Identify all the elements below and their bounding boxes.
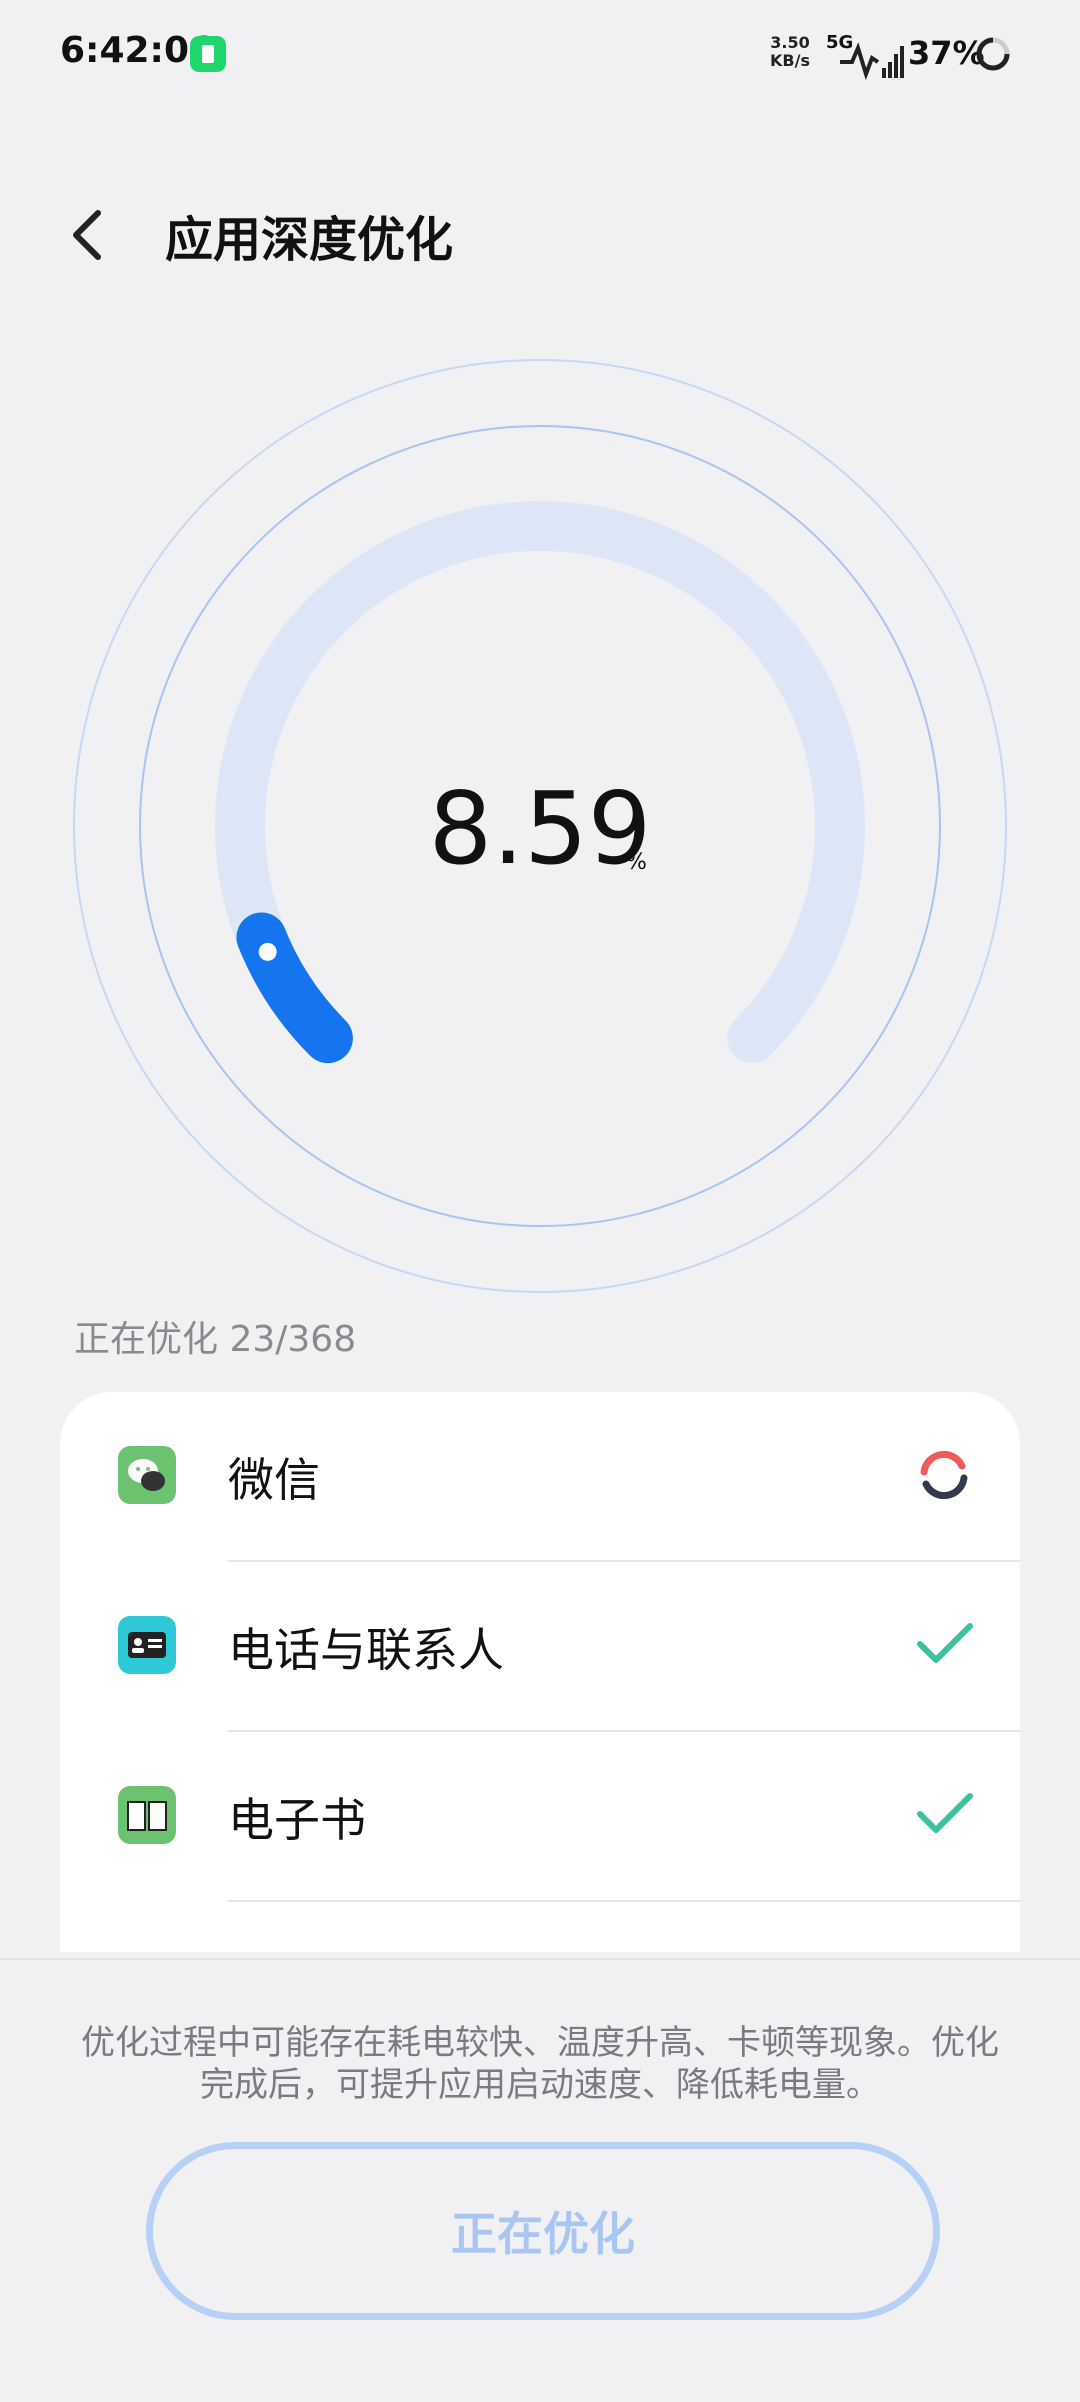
- gauge-number: 8.59: [428, 770, 652, 887]
- status-bar: 6:42:06 3.50 KB/s 5G 37%: [0, 0, 1080, 110]
- progress-count: 23/368: [229, 1319, 357, 1360]
- net-speed-value: 3.50: [770, 33, 810, 52]
- list-item: 电话与联系人: [60, 1562, 1020, 1732]
- app-list-card: 微信 电话与联系人 电子书: [60, 1392, 1020, 1952]
- check-icon: [917, 1793, 973, 1833]
- list-item: 电子书: [60, 1732, 1020, 1902]
- gauge-unit: %: [626, 850, 647, 875]
- app-name: 电话与联系人: [228, 1623, 504, 1677]
- progress-label: 正在优化 23/368: [74, 1310, 356, 1362]
- app-name: 电子书: [228, 1793, 366, 1847]
- divider: [228, 1900, 1020, 1902]
- back-arrow-icon[interactable]: [68, 205, 108, 265]
- ebook-icon: [118, 1786, 176, 1844]
- wechat-icon: [118, 1446, 176, 1504]
- loading-spinner-icon: [920, 1450, 968, 1500]
- battery-saver-icon: [190, 36, 226, 72]
- net-speed-unit: KB/s: [770, 51, 810, 70]
- progress-text: 正在优化: [74, 1319, 219, 1360]
- app-name: 微信: [228, 1453, 320, 1507]
- battery-percent: 37%: [908, 34, 985, 72]
- battery-ring-icon: [976, 37, 1010, 71]
- optimizing-button[interactable]: 正在优化: [146, 2142, 940, 2320]
- contacts-icon: [118, 1616, 176, 1674]
- page-title: 应用深度优化: [165, 212, 454, 268]
- gauge-value: 8.59 %: [0, 770, 1080, 887]
- notice-text: 优化过程中可能存在耗电较快、温度升高、卡顿等现象。优化完成后，可提升应用启动速度…: [81, 2023, 999, 2105]
- gauge-knob: [258, 942, 277, 961]
- signal-icon: [840, 42, 904, 80]
- network-speed: 3.50 KB/s: [770, 34, 810, 70]
- list-item: 微信: [60, 1392, 1020, 1562]
- check-icon: [917, 1623, 973, 1663]
